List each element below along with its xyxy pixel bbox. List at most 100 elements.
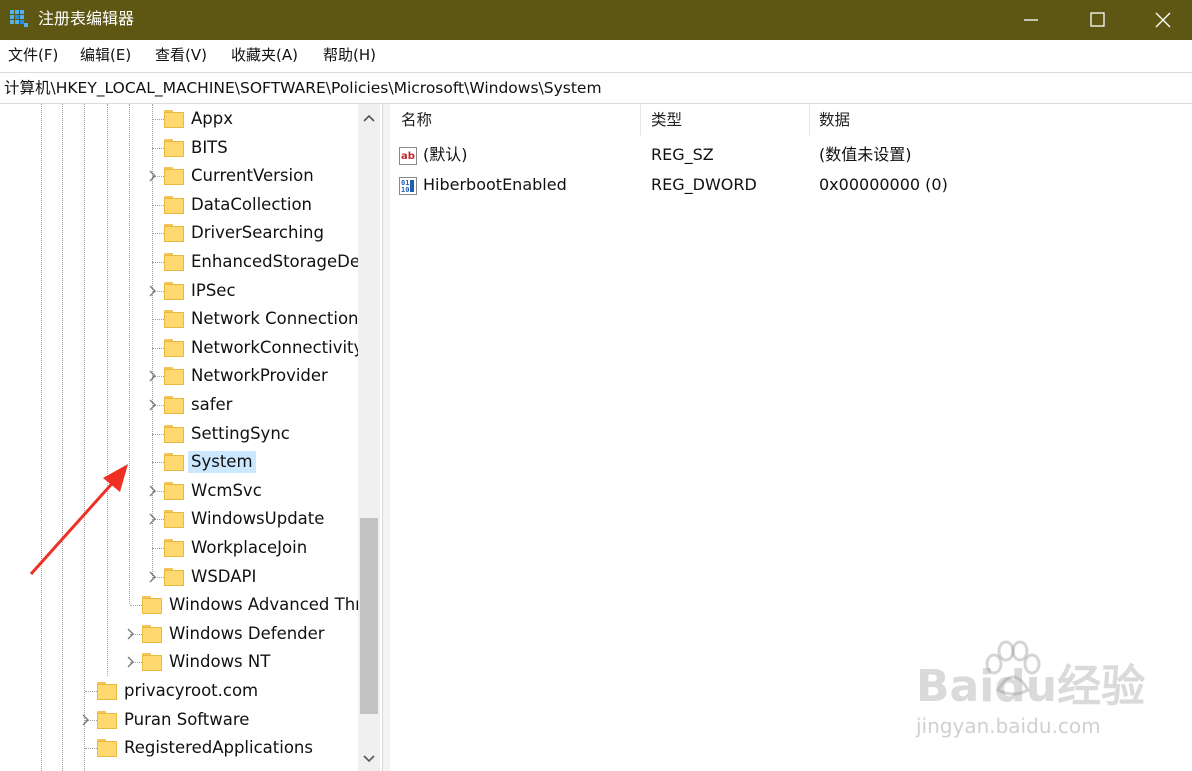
- folder-icon-body: [164, 512, 184, 529]
- tree-item[interactable]: DataCollection: [0, 191, 360, 219]
- tree-item[interactable]: WorkplaceJoin: [0, 534, 360, 562]
- title-bar[interactable]: 注册表编辑器: [0, 0, 1192, 40]
- folder-icon: [164, 338, 184, 357]
- tree-item-label: BITS: [191, 137, 228, 157]
- maximize-icon: [1090, 12, 1105, 27]
- scroll-down-button[interactable]: [358, 747, 380, 771]
- column-header-data[interactable]: 数据: [819, 104, 850, 136]
- tree-item[interactable]: IPSec: [0, 277, 360, 305]
- tree-item[interactable]: Windows NT: [0, 648, 360, 676]
- key-tree-pane[interactable]: Appx BITS CurrentVersion DataCollection Driv…: [0, 104, 380, 771]
- tree-item-label: EnhancedStorageDe: [191, 252, 361, 271]
- tree-connector-line: [85, 691, 97, 692]
- tree-item-label: System: [188, 451, 256, 474]
- tree-item-label: RegisteredApplications: [124, 738, 313, 758]
- column-header-name[interactable]: 名称: [401, 104, 432, 136]
- tree-item[interactable]: SettingSync: [0, 420, 360, 448]
- tree-item-label: Network Connection: [191, 309, 359, 329]
- tree-item[interactable]: DriverSearching: [0, 219, 360, 247]
- folder-icon-body: [164, 112, 184, 128]
- value-name: (默认): [423, 145, 468, 164]
- tree-item[interactable]: Windows Defender: [0, 620, 360, 648]
- value-data: 0x00000000 (0): [819, 175, 948, 194]
- tree-item-label: NetworkConnectivity: [191, 337, 364, 357]
- tree-item[interactable]: Network Connection: [0, 305, 360, 333]
- tree-item-label: WcmSvc: [191, 480, 262, 500]
- menu-edit[interactable]: 编辑(E): [80, 45, 131, 65]
- chevron-right-icon[interactable]: [147, 513, 159, 525]
- address-path[interactable]: 计算机\HKEY_LOCAL_MACHINE\SOFTWARE\Policies…: [4, 78, 602, 98]
- value-row[interactable]: 01 10 HiberbootEnabled REG_DWORD 0x00000…: [390, 171, 1192, 199]
- tree-item[interactable]: WindowsUpdate: [0, 505, 360, 533]
- tree-item[interactable]: BITS: [0, 134, 360, 162]
- folder-icon-body: [164, 483, 184, 500]
- chevron-right-icon[interactable]: [125, 628, 137, 640]
- chevron-right-icon[interactable]: [147, 571, 159, 583]
- tree-item[interactable]: privacyroot.com: [0, 677, 360, 705]
- binary-value-icon: 01 10: [399, 177, 417, 195]
- tree-item-label: Windows Defender: [169, 623, 325, 643]
- menu-view[interactable]: 查看(V): [155, 45, 207, 65]
- chevron-down-icon: [363, 755, 375, 763]
- tree-item[interactable]: Appx: [0, 105, 360, 133]
- tree-connector-line: [85, 748, 97, 750]
- chevron-right-icon[interactable]: [147, 370, 159, 382]
- folder-icon: [164, 367, 184, 386]
- tree-item-label: Windows Advanced Thr: [169, 595, 362, 615]
- tree-scrollbar[interactable]: [358, 104, 380, 771]
- folder-icon-body: [164, 426, 184, 443]
- folder-icon: [164, 281, 184, 300]
- tree-item[interactable]: WSDAPI: [0, 563, 360, 591]
- tree-connector-line: [152, 548, 164, 549]
- chevron-right-icon[interactable]: [147, 285, 159, 297]
- menu-file[interactable]: 文件(F): [8, 45, 58, 65]
- folder-icon-body: [164, 569, 184, 586]
- tree-item[interactable]: Puran Software: [0, 706, 360, 734]
- folder-icon: [142, 653, 162, 672]
- chevron-right-icon[interactable]: [147, 399, 159, 411]
- tree-item[interactable]: WcmSvc: [0, 477, 360, 505]
- minimize-button[interactable]: [1008, 0, 1054, 40]
- value-type: REG_SZ: [651, 145, 714, 164]
- folder-icon-body: [164, 283, 184, 300]
- menu-favorites[interactable]: 收藏夹(A): [231, 45, 298, 65]
- tree-connector-line: [152, 319, 164, 321]
- menu-help[interactable]: 帮助(H): [323, 45, 376, 65]
- close-button[interactable]: [1140, 0, 1186, 40]
- address-bar[interactable]: 计算机\HKEY_LOCAL_MACHINE\SOFTWARE\Policies…: [0, 72, 1192, 104]
- folder-icon-body: [142, 626, 162, 643]
- tree-item[interactable]: EnhancedStorageDe: [0, 248, 360, 276]
- tree-item[interactable]: NetworkProvider: [0, 362, 360, 390]
- folder-icon: [97, 710, 117, 729]
- chevron-right-icon[interactable]: [147, 485, 159, 497]
- minimize-icon: [1024, 19, 1038, 21]
- column-separator[interactable]: [809, 104, 810, 136]
- tree-item[interactable]: safer: [0, 391, 360, 419]
- tree-item[interactable]: RegisteredApplications: [0, 734, 360, 762]
- tree-item[interactable]: NetworkConnectivity: [0, 334, 363, 362]
- column-separator[interactable]: [640, 104, 641, 136]
- folder-icon: [164, 510, 184, 529]
- value-row[interactable]: ab (默认) REG_SZ (数值未设置): [390, 141, 1192, 169]
- chevron-right-icon[interactable]: [80, 714, 92, 726]
- tree-item[interactable]: CurrentVersion: [0, 162, 360, 190]
- folder-icon: [164, 424, 184, 443]
- registry-editor-app-icon: [10, 10, 28, 27]
- tree-connector-line: [152, 433, 164, 435]
- baidu-watermark: Baidu经验 jingyan.baidu.com: [910, 640, 1145, 750]
- tree-item[interactable]: System: [0, 448, 360, 476]
- maximize-button[interactable]: [1074, 0, 1120, 40]
- scroll-up-button[interactable]: [358, 104, 380, 132]
- tree-item-label: CurrentVersion: [191, 166, 314, 186]
- window-title: 注册表编辑器: [38, 9, 135, 28]
- tree-item-label: privacyroot.com: [124, 681, 259, 700]
- scroll-thumb[interactable]: [360, 518, 378, 714]
- tree-item-label: Appx: [191, 109, 233, 128]
- tree-connector-line: [152, 462, 164, 464]
- chevron-right-icon[interactable]: [147, 170, 159, 182]
- tree-item[interactable]: Windows Advanced Thr: [0, 591, 362, 619]
- column-header-type[interactable]: 类型: [651, 104, 682, 136]
- string-value-icon: ab: [399, 147, 417, 165]
- folder-icon-body: [164, 226, 184, 243]
- chevron-right-icon[interactable]: [125, 656, 137, 668]
